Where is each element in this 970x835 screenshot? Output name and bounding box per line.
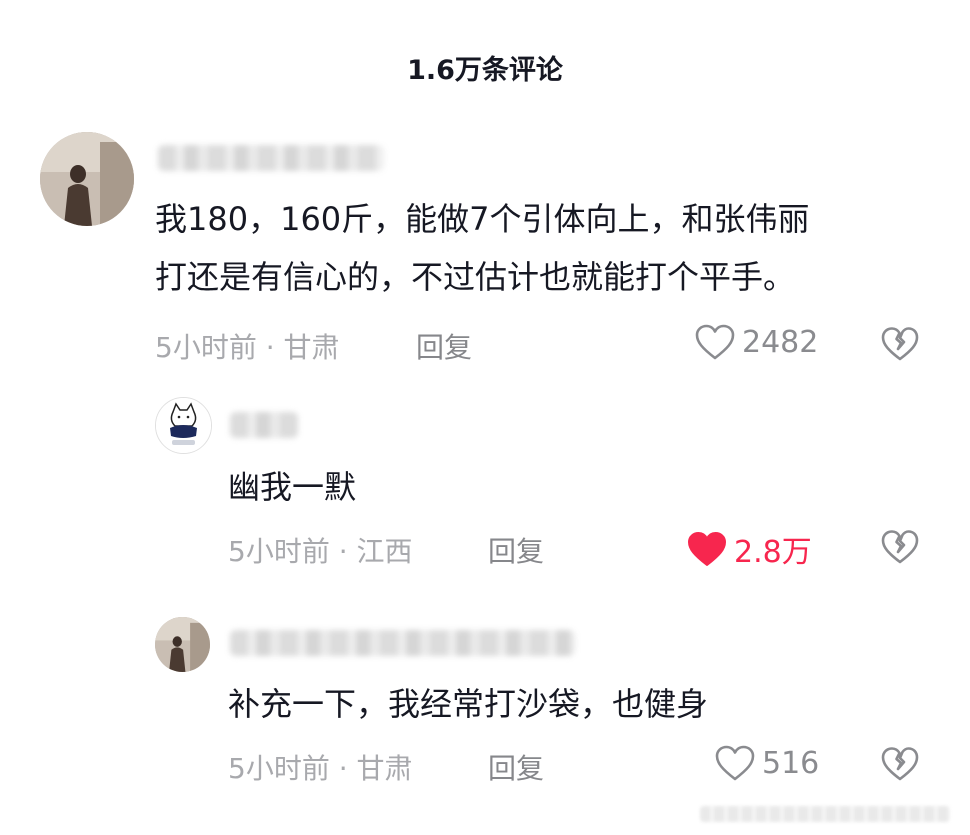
avatar-cat-drawing xyxy=(156,398,211,453)
broken-heart-icon[interactable] xyxy=(880,326,920,362)
watermark-blurred xyxy=(700,806,950,822)
username-blurred[interactable] xyxy=(230,412,298,438)
avatar[interactable] xyxy=(40,132,134,226)
heart-icon xyxy=(715,745,755,781)
comment-text-line: 打还是有信心的，不过估计也就能打个平手。 xyxy=(155,258,796,296)
heart-icon xyxy=(688,532,726,566)
reply-button[interactable]: 回复 xyxy=(416,326,472,366)
reply-button[interactable]: 回复 xyxy=(488,747,544,787)
comment-time-location: 5小时前 · 江西 xyxy=(228,535,413,568)
avatar[interactable] xyxy=(155,397,212,454)
avatar-photo xyxy=(155,617,210,672)
comment-text-line: 幽我一默 xyxy=(228,468,357,506)
broken-heart-icon[interactable] xyxy=(880,746,920,782)
like-button[interactable]: 2482 xyxy=(694,323,818,361)
like-count: 516 xyxy=(762,745,820,781)
comment-text-line: 补充一下，我经常打沙袋，也健身 xyxy=(228,685,709,723)
username-blurred[interactable] xyxy=(230,630,575,656)
like-count: 2.8万 xyxy=(734,535,812,570)
like-button[interactable]: 516 xyxy=(714,744,819,782)
comments-count-title: 1.6万条评论 xyxy=(407,55,563,86)
like-count: 2482 xyxy=(742,324,819,360)
username-blurred[interactable] xyxy=(158,145,384,171)
like-button[interactable]: 2.8万 xyxy=(686,527,812,571)
comment-text-line: 我180，160斤，能做7个引体向上，和张伟丽 xyxy=(155,200,810,238)
avatar[interactable] xyxy=(155,617,210,672)
avatar-photo xyxy=(40,132,134,226)
heart-icon xyxy=(695,324,735,360)
comment-time-location: 5小时前 · 甘肃 xyxy=(228,752,413,785)
comment-time-location: 5小时前 · 甘肃 xyxy=(155,331,340,364)
broken-heart-icon[interactable] xyxy=(880,529,920,565)
reply-button[interactable]: 回复 xyxy=(488,530,544,570)
